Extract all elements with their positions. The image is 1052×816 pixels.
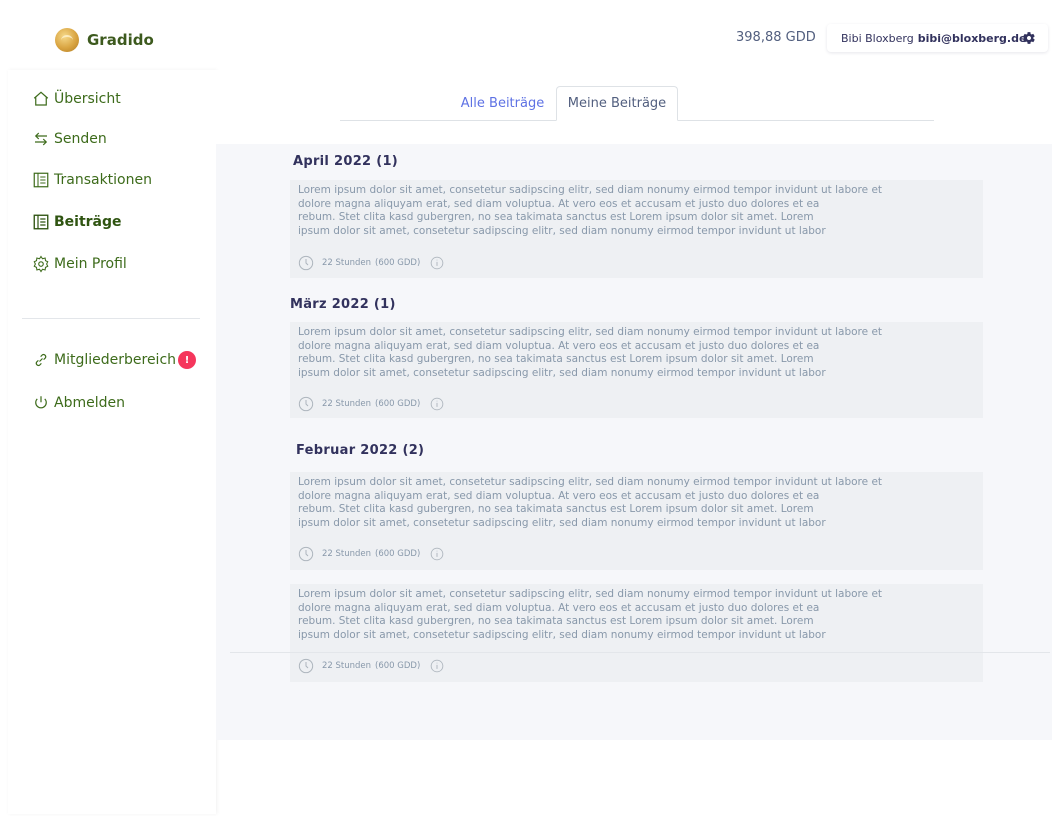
ledger-icon	[33, 214, 49, 230]
contribution-item: Lorem ipsum dolor sit amet, consetetur s…	[290, 322, 983, 418]
sidebar-item-label: Beiträge	[54, 214, 122, 230]
contribution-hours: 22 Stunden	[322, 399, 372, 409]
sidebar-item-label: Transaktionen	[54, 172, 152, 188]
sidebar-item-logout[interactable]: Abmelden	[32, 394, 125, 412]
clock-icon	[298, 546, 314, 562]
contribution-text: Lorem ipsum dolor sit amet, consetetur s…	[298, 184, 883, 237]
sidebar-item-label: Mein Profil	[54, 256, 127, 272]
gear-outline-icon	[33, 255, 49, 273]
contribution-meta: 22 Stunden (600 GDD)	[298, 396, 444, 412]
clock-icon	[298, 658, 314, 674]
brand-name: Gradido	[87, 31, 154, 49]
month-heading: März 2022 (1)	[290, 297, 396, 312]
contribution-hours: 22 Stunden	[322, 661, 372, 671]
user-menu[interactable]: Bibi Bloxberg bibi@bloxberg.de	[827, 24, 1048, 52]
clock-icon	[298, 396, 314, 412]
info-icon[interactable]	[430, 397, 444, 411]
contribution-text: Lorem ipsum dolor sit amet, consetetur s…	[298, 326, 883, 379]
gear-icon[interactable]	[1022, 31, 1036, 45]
contribution-text: Lorem ipsum dolor sit amet, consetetur s…	[298, 476, 883, 529]
contribution-text: Lorem ipsum dolor sit amet, consetetur s…	[298, 588, 883, 641]
sidebar-item-label: Senden	[54, 131, 107, 147]
link-icon	[35, 353, 47, 367]
info-icon[interactable]	[430, 659, 444, 673]
user-name: Bibi Bloxberg	[841, 31, 914, 45]
info-icon[interactable]	[430, 547, 444, 561]
house-icon	[33, 91, 49, 106]
sidebar-item-members-area[interactable]: Mitgliederbereich !	[32, 351, 197, 369]
power-icon	[35, 396, 47, 409]
brand-logo[interactable]: Gradido	[55, 28, 154, 52]
contribution-item: Lorem ipsum dolor sit amet, consetetur s…	[290, 180, 983, 278]
user-email: bibi@bloxberg.de	[917, 31, 1027, 45]
ledger-icon	[33, 172, 49, 188]
arrows-exchange-icon	[34, 132, 48, 146]
month-heading: Februar 2022 (2)	[296, 443, 425, 458]
contribution-hours: 22 Stunden	[322, 258, 372, 268]
sidebar: Übersicht Senden Transaktionen Beiträge …	[8, 70, 216, 814]
contribution-meta: 22 Stunden (600 GDD)	[298, 255, 444, 271]
top-bar: Gradido 398,88 GDD Bibi Bloxberg bibi@bl…	[0, 0, 1052, 70]
contribution-amount: (600 GDD)	[375, 399, 421, 409]
month-heading: April 2022 (1)	[293, 154, 399, 169]
contribution-meta: 22 Stunden (600 GDD)	[298, 546, 444, 562]
sidebar-item-label: Übersicht	[54, 91, 121, 107]
sidebar-item-label: Abmelden	[54, 395, 125, 411]
contribution-item: Lorem ipsum dolor sit amet, consetetur s…	[290, 584, 983, 682]
sidebar-item-send[interactable]: Senden	[32, 130, 107, 148]
contribution-amount: (600 GDD)	[375, 258, 421, 268]
sidebar-item-contributions[interactable]: Beiträge	[32, 213, 122, 231]
sidebar-item-transactions[interactable]: Transaktionen	[32, 171, 152, 189]
contribution-amount: (600 GDD)	[375, 549, 421, 559]
divider-line	[230, 652, 1050, 653]
notification-badge: !	[178, 351, 197, 369]
tab-my-contributions[interactable]: Meine Beiträge	[556, 86, 678, 121]
gradido-coin-icon	[55, 28, 79, 52]
account-balance: 398,88 GDD	[736, 30, 816, 45]
tab-all-contributions[interactable]: Alle Beiträge	[455, 86, 550, 121]
contribution-amount: (600 GDD)	[375, 661, 421, 671]
contribution-hours: 22 Stunden	[322, 549, 372, 559]
contribution-meta: 22 Stunden (600 GDD)	[298, 658, 444, 674]
sidebar-item-profile[interactable]: Mein Profil	[32, 255, 127, 273]
clock-icon	[298, 255, 314, 271]
sidebar-item-overview[interactable]: Übersicht	[32, 90, 121, 108]
sidebar-divider	[22, 318, 200, 319]
contribution-item: Lorem ipsum dolor sit amet, consetetur s…	[290, 472, 983, 570]
info-icon[interactable]	[430, 256, 444, 270]
sidebar-item-label: Mitgliederbereich	[54, 352, 177, 368]
